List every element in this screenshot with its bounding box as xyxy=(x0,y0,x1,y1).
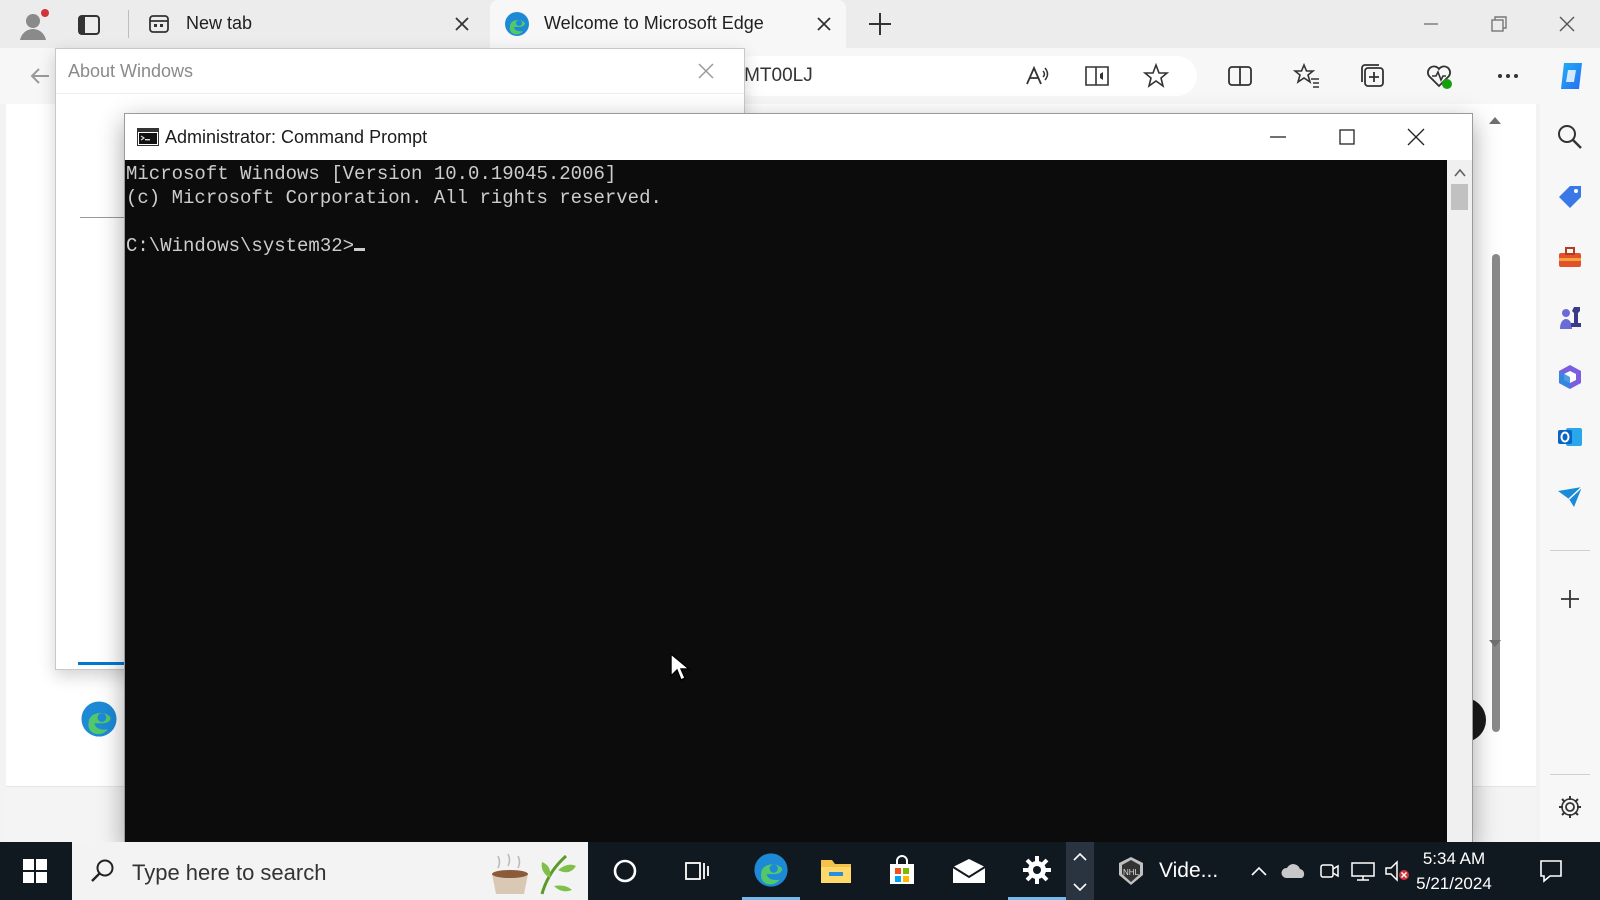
about-windows-title: About Windows xyxy=(68,61,194,81)
cmd-close-button[interactable] xyxy=(1393,121,1439,153)
cmd-text-cursor xyxy=(354,248,366,251)
about-close-icon[interactable] xyxy=(696,61,716,81)
taskbar-edge-icon[interactable] xyxy=(742,842,800,900)
more-options-icon[interactable] xyxy=(1492,60,1524,92)
browser-restore-button[interactable] xyxy=(1476,8,1522,40)
clock-date: 5/21/2024 xyxy=(1416,874,1492,893)
search-placeholder: Type here to search xyxy=(132,860,327,885)
sidebar-search-icon[interactable] xyxy=(1553,120,1587,154)
browser-tab-bar: New tab Welcome to Microsoft Edge xyxy=(0,0,1600,48)
address-bar[interactable]: =MT00LJ xyxy=(733,56,1197,96)
taskbar-clock[interactable]: 5:34 AM 5/21/2024 xyxy=(1412,846,1496,896)
cmd-prompt: C:\Windows\system32> xyxy=(126,235,355,257)
cmd-version-line: Microsoft Windows [Version 10.0.19045.20… xyxy=(126,163,617,185)
close-tab-icon[interactable] xyxy=(452,14,472,34)
tab-new-tab[interactable]: New tab xyxy=(136,0,484,48)
nhl-logo-icon: NHL xyxy=(1115,855,1147,887)
microsoft-store-icon[interactable] xyxy=(873,842,931,900)
favorite-star-icon[interactable] xyxy=(1140,60,1172,92)
svg-text:NHL: NHL xyxy=(1123,868,1140,877)
search-highlight-tea-icon xyxy=(484,848,580,896)
sidebar-divider xyxy=(1550,550,1590,551)
scroll-down-arrow-icon[interactable] xyxy=(1486,638,1504,650)
cmd-minimize-button[interactable] xyxy=(1255,121,1301,153)
tab-actions-icon[interactable] xyxy=(76,12,102,38)
outlook-icon[interactable] xyxy=(1553,420,1587,454)
tab-label: Welcome to Microsoft Edge xyxy=(544,13,764,33)
profile-icon[interactable] xyxy=(16,8,50,42)
about-title-separator xyxy=(56,93,744,94)
clock-time: 5:34 AM xyxy=(1422,849,1486,868)
file-explorer-icon[interactable] xyxy=(807,842,865,900)
cortana-icon[interactable] xyxy=(596,842,654,900)
read-aloud-icon[interactable] xyxy=(1021,60,1053,92)
microsoft365-icon[interactable] xyxy=(1553,360,1587,394)
about-accent-bar xyxy=(78,662,124,665)
tab-label: New tab xyxy=(186,13,253,33)
taskbar-video-app[interactable]: NHL Vide... xyxy=(1105,842,1245,900)
cmd-copyright-line: (c) Microsoft Corporation. All rights re… xyxy=(126,187,662,209)
mail-icon[interactable] xyxy=(940,842,998,900)
games-chess-icon[interactable] xyxy=(1553,300,1587,334)
cmd-maximize-button[interactable] xyxy=(1324,121,1370,153)
onedrive-cloud-icon[interactable] xyxy=(1276,842,1312,900)
tab-divider xyxy=(128,10,129,38)
newtab-icon xyxy=(148,13,170,35)
cmd-console-text: Microsoft Windows [Version 10.0.19045.20… xyxy=(126,162,662,258)
back-arrow-icon[interactable] xyxy=(24,60,56,92)
sidebar-divider xyxy=(1550,774,1590,775)
immersive-reader-icon[interactable] xyxy=(1081,60,1113,92)
collections-icon[interactable] xyxy=(1357,60,1389,92)
cmd-console-area[interactable]: Microsoft Windows [Version 10.0.19045.20… xyxy=(125,160,1447,844)
tab-welcome-edge[interactable]: Welcome to Microsoft Edge xyxy=(490,0,846,48)
browser-essentials-icon[interactable] xyxy=(1423,60,1455,92)
action-center-notification-icon[interactable] xyxy=(1522,842,1580,900)
video-app-label: Vide... xyxy=(1159,859,1219,882)
cmd-scrollbar-thumb[interactable] xyxy=(1451,184,1468,210)
edge-logo-icon xyxy=(80,700,120,740)
cmd-app-icon xyxy=(137,128,159,146)
command-prompt-window: Administrator: Command Prompt Microsoft … xyxy=(124,113,1473,845)
search-magnifier-icon xyxy=(90,858,116,884)
browser-minimize-button[interactable] xyxy=(1408,8,1454,40)
copilot-icon[interactable] xyxy=(1554,58,1590,94)
show-hidden-icons-chevron-icon[interactable] xyxy=(1244,842,1274,900)
taskbar-overflow-scroller[interactable] xyxy=(1066,842,1094,900)
tools-toolbox-icon[interactable] xyxy=(1553,240,1587,274)
browser-close-button[interactable] xyxy=(1544,8,1590,40)
scroll-up-arrow-icon[interactable] xyxy=(1486,114,1504,126)
settings-gear-icon[interactable] xyxy=(1008,842,1066,900)
about-divider-line xyxy=(80,217,124,218)
cmd-title-bar[interactable]: Administrator: Command Prompt xyxy=(125,114,1472,160)
page-scrollbar-thumb[interactable] xyxy=(1492,254,1500,732)
mouse-pointer-icon xyxy=(669,652,693,682)
cmd-scroll-up-icon[interactable] xyxy=(1453,168,1467,178)
volume-muted-icon[interactable] xyxy=(1380,842,1414,900)
network-icon[interactable] xyxy=(1346,842,1380,900)
shopping-tag-icon[interactable] xyxy=(1553,180,1587,214)
send-telegram-icon[interactable] xyxy=(1553,480,1587,514)
edge-icon xyxy=(504,11,530,37)
cmd-window-title: Administrator: Command Prompt xyxy=(165,127,428,147)
add-sidebar-app-icon[interactable] xyxy=(1553,582,1587,616)
taskbar-search-box[interactable]: Type here to search xyxy=(72,842,588,900)
favorites-list-icon[interactable] xyxy=(1291,60,1323,92)
cmd-scrollbar[interactable] xyxy=(1447,160,1472,844)
meet-now-camera-icon[interactable] xyxy=(1312,842,1346,900)
split-screen-icon[interactable] xyxy=(1224,60,1256,92)
sidebar-settings-gear-icon[interactable] xyxy=(1553,790,1587,824)
task-view-icon[interactable] xyxy=(668,842,726,900)
new-tab-plus-icon[interactable] xyxy=(866,10,894,38)
edge-sidebar xyxy=(1540,104,1600,842)
close-tab-icon[interactable] xyxy=(814,14,834,34)
start-windows-icon[interactable] xyxy=(6,842,64,900)
